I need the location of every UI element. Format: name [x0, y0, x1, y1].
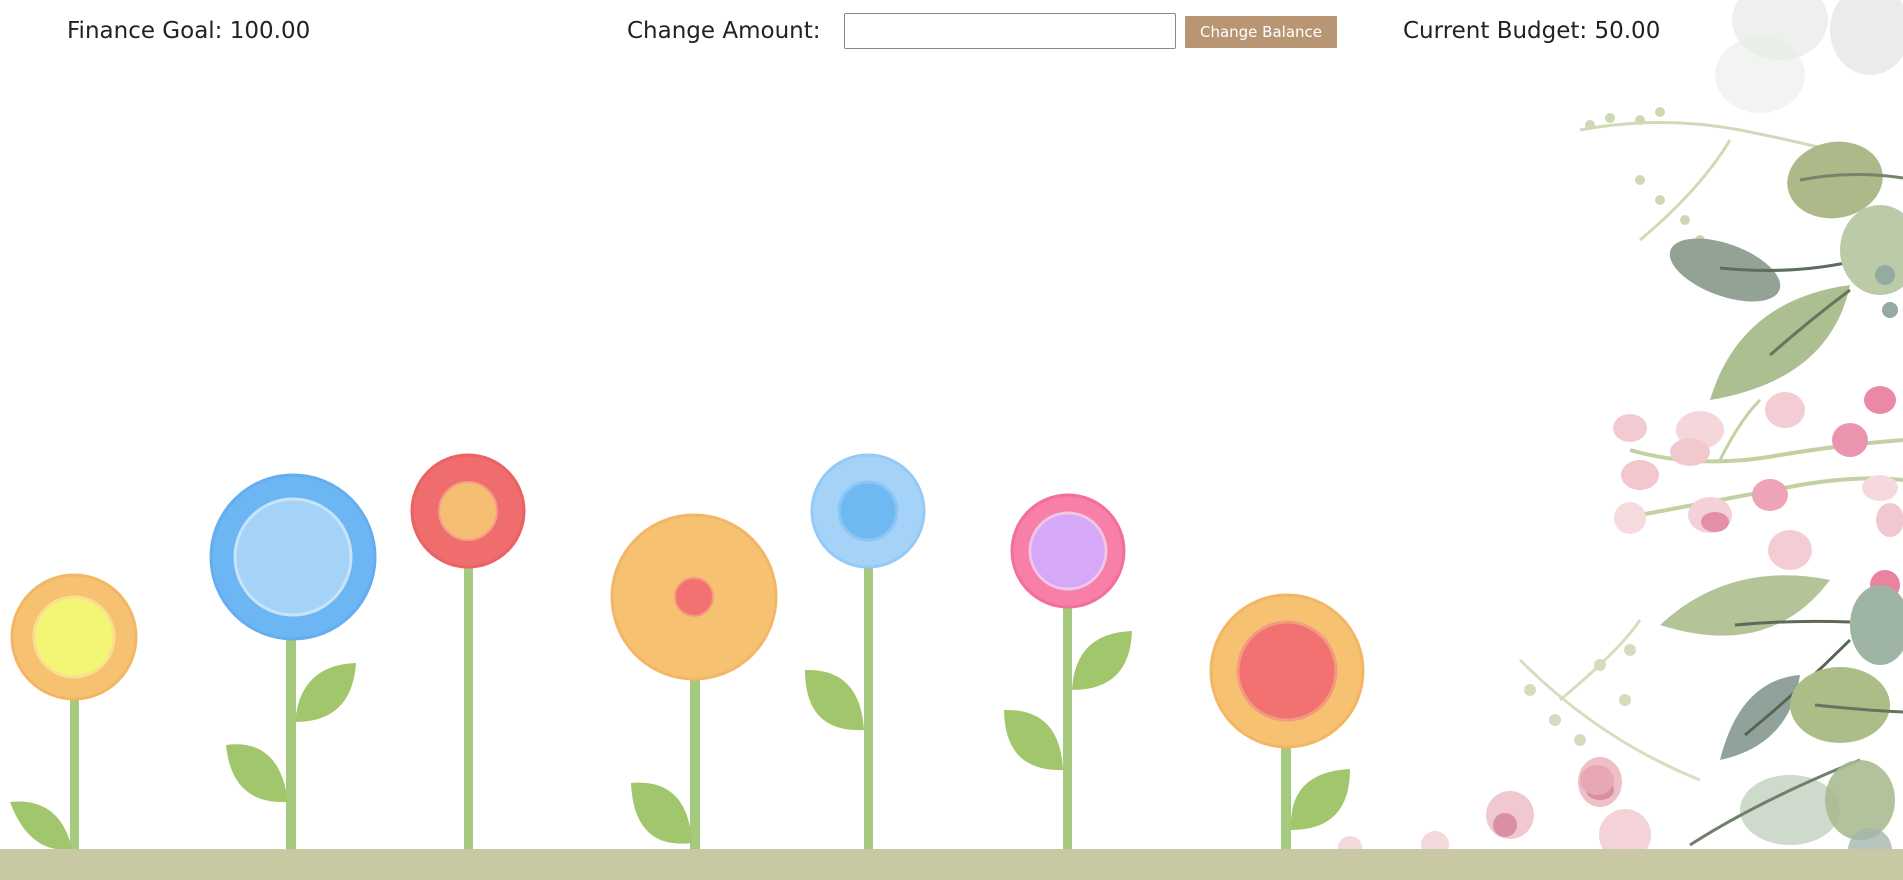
change-balance-button[interactable]: Change Balance — [1185, 16, 1337, 48]
stem — [70, 697, 79, 849]
flower-center — [1028, 511, 1108, 591]
flower-3 — [410, 453, 526, 849]
petal-ring — [10, 573, 138, 701]
garden-svg — [10, 0, 1903, 872]
finance-goal-label: Finance Goal: 100.00 — [67, 18, 311, 44]
leaf-icon — [1072, 631, 1132, 690]
top-controls-bar: Finance Goal: 100.00 Change Amount: Chan… — [0, 0, 1903, 70]
flower-center — [438, 481, 498, 541]
petal-ring — [810, 453, 926, 569]
stem — [464, 566, 473, 849]
leaf-icon — [631, 782, 692, 844]
flower-center — [32, 595, 116, 679]
change-amount-label: Change Amount: — [627, 18, 821, 44]
leaf-icon — [1004, 709, 1063, 771]
petal-ring — [410, 453, 526, 569]
stem — [1063, 606, 1072, 849]
current-budget-label: Current Budget: 50.00 — [1403, 18, 1661, 44]
flower-7 — [1209, 593, 1365, 849]
leaf-icon — [226, 744, 288, 803]
flower-center — [1236, 620, 1338, 722]
ground-strip — [0, 849, 1903, 880]
flower-6 — [1004, 493, 1132, 849]
petal-ring — [209, 473, 377, 641]
botanical-foliage-icon — [1338, 0, 1903, 872]
leaf-icon — [295, 663, 356, 722]
flower-5 — [805, 453, 926, 849]
flower-2 — [209, 473, 377, 849]
change-amount-input[interactable] — [844, 13, 1176, 49]
flower-1 — [10, 573, 138, 850]
petal-ring — [1010, 493, 1126, 609]
flower-center — [674, 577, 714, 617]
stem — [864, 566, 873, 849]
leaf-icon — [1290, 769, 1350, 830]
garden-scene — [0, 0, 1903, 880]
leaf-icon — [805, 669, 864, 731]
flower-center — [837, 480, 899, 542]
stem — [286, 634, 296, 849]
leaf-icon — [10, 801, 72, 850]
stem — [690, 676, 700, 849]
flower-4 — [610, 513, 778, 849]
petal-ring — [1209, 593, 1365, 749]
petal-ring — [610, 513, 778, 681]
flower-center — [233, 497, 353, 617]
stem — [1281, 745, 1291, 849]
